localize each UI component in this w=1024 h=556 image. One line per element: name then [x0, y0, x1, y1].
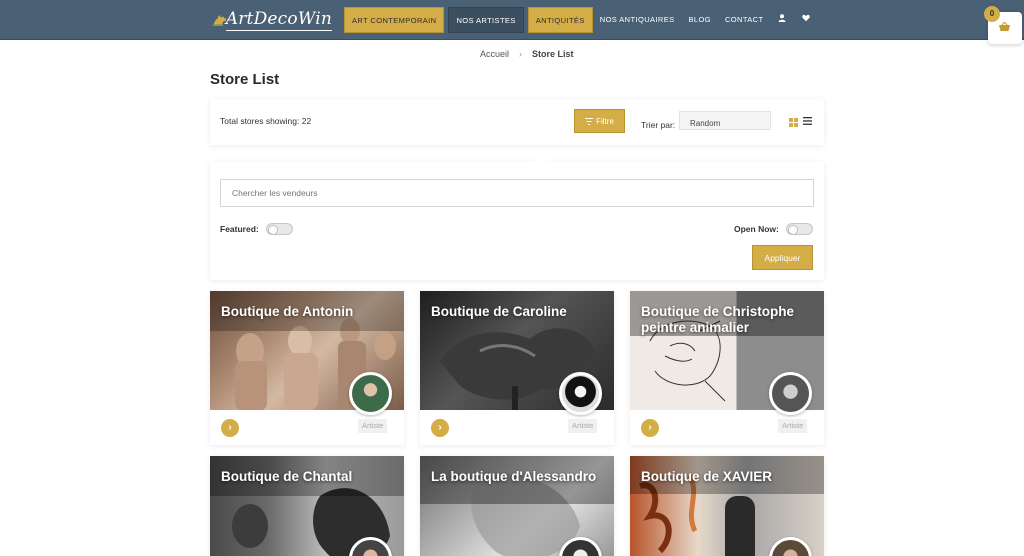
chevron-right-icon: › [519, 49, 523, 59]
store-title: Boutique de Chantal [221, 469, 353, 484]
store-card[interactable]: La boutique d'Alessandro [420, 456, 614, 556]
store-title: La boutique d'Alessandro [431, 469, 597, 484]
cart-button[interactable]: 0 [984, 6, 1022, 44]
store-card[interactable]: Boutique de Chantal [210, 456, 404, 556]
breadcrumb-home[interactable]: Accueil [480, 49, 509, 59]
page-title: Store List [210, 71, 280, 88]
store-card[interactable]: Boutique de Antonin › Artiste [210, 291, 404, 445]
chevron-right-icon[interactable]: › [641, 419, 659, 437]
logo-text: ArtDecoWin [225, 9, 332, 31]
filter-button[interactable]: Filtre [574, 109, 625, 133]
main-nav: Art Contemporain Nos Artistes Antiquités… [344, 7, 818, 33]
vendor-search-input[interactable] [220, 179, 814, 207]
store-card[interactable]: Boutique de XAVIER [630, 456, 824, 556]
nav-contact[interactable]: Contact [718, 7, 771, 33]
featured-label: Featured: [220, 224, 259, 234]
breadcrumb: Accueil › Store List [480, 49, 574, 59]
apply-button[interactable]: Appliquer [752, 245, 813, 270]
cart-count-badge: 0 [984, 6, 1000, 22]
nav-blog[interactable]: Blog [682, 7, 718, 33]
filter-lines-icon [585, 117, 594, 125]
filter-panel: Featured: Open Now: Appliquer [210, 154, 824, 280]
store-title: Boutique de Caroline [431, 304, 567, 319]
store-card-footer: › Artiste [420, 410, 614, 445]
store-title: Boutique de Antonin [221, 304, 354, 319]
store-avatar [559, 372, 602, 415]
store-card-footer: › Artiste [210, 410, 404, 445]
nav-antiquites[interactable]: Antiquités [527, 7, 593, 33]
store-avatar [769, 372, 812, 415]
nav-nos-artistes[interactable]: Nos Artistes [448, 7, 524, 33]
total-stores-text: Total stores showing: 22 [220, 116, 312, 126]
open-now-label: Open Now: [734, 224, 779, 234]
site-header: ArtDecoWin Art Contemporain Nos Artistes… [0, 0, 1024, 40]
featured-toggle[interactable] [266, 223, 293, 235]
store-title: Boutique de XAVIER [641, 469, 773, 484]
list-view-icon[interactable] [803, 117, 812, 128]
sort-label: Trier par: [641, 120, 676, 130]
breadcrumb-current: Store List [532, 49, 574, 59]
grid-view-icon[interactable] [789, 118, 798, 127]
nav-nos-antiquaires[interactable]: Nos Antiquaires [593, 7, 682, 33]
open-now-toggle[interactable] [786, 223, 813, 235]
store-category-tag: Artiste [568, 419, 598, 433]
user-icon[interactable] [770, 7, 794, 33]
heart-icon[interactable] [794, 7, 818, 33]
basket-icon [999, 21, 1010, 34]
chevron-right-icon[interactable]: › [431, 419, 449, 437]
sort-select[interactable]: Random [679, 111, 771, 130]
store-toolbar: Total stores showing: 22 Filtre Trier pa… [210, 99, 824, 145]
store-card[interactable]: Boutique de Christophe peintre animalier… [630, 291, 824, 445]
chevron-right-icon[interactable]: › [221, 419, 239, 437]
store-card-footer: › Artiste [630, 410, 824, 445]
store-avatar [349, 372, 392, 415]
nav-art-contemporain[interactable]: Art Contemporain [344, 7, 445, 33]
store-card[interactable]: Boutique de Caroline › Artiste [420, 291, 614, 445]
store-category-tag: Artiste [358, 419, 388, 433]
filter-button-label: Filtre [596, 116, 614, 126]
store-title: Boutique de Christophe peintre animalier [641, 304, 794, 335]
site-logo[interactable]: ArtDecoWin [212, 3, 332, 37]
store-category-tag: Artiste [778, 419, 808, 433]
